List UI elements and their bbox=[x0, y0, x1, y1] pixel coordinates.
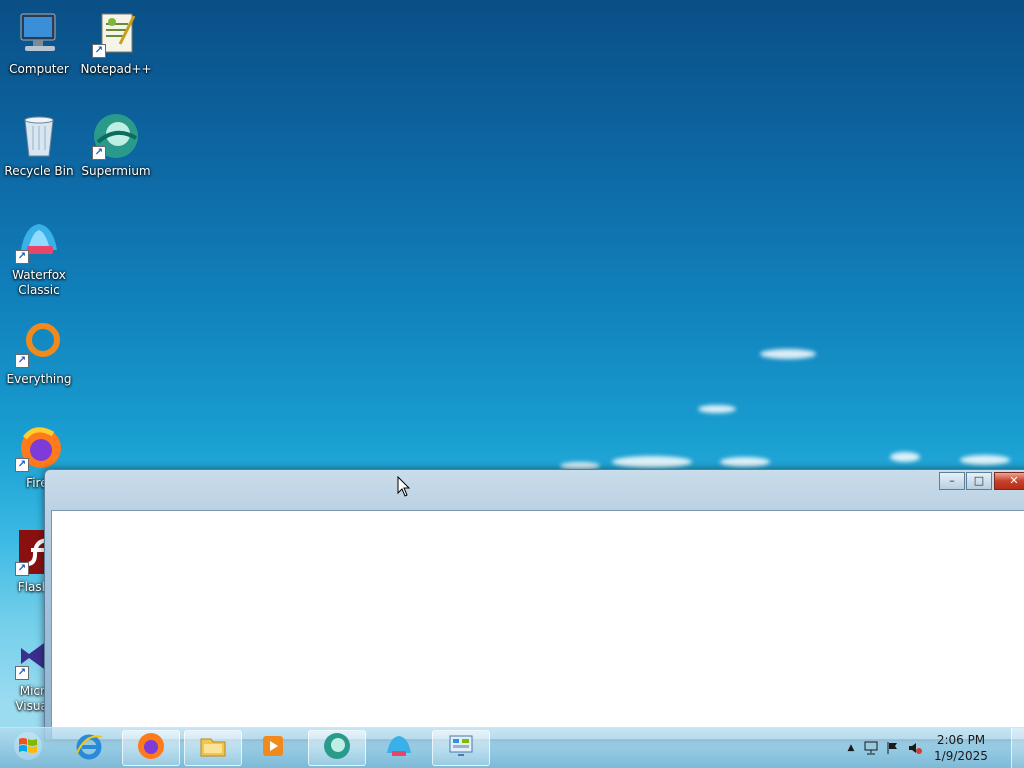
taskbar-internet-explorer[interactable] bbox=[60, 730, 118, 766]
cloud bbox=[698, 405, 736, 413]
show-hidden-icons-icon[interactable]: ▲ bbox=[842, 743, 860, 753]
taskbar-control-panel[interactable] bbox=[432, 730, 490, 766]
clock-date: 1/9/2025 bbox=[934, 749, 988, 763]
cloud bbox=[890, 452, 920, 462]
action-center-flag-icon[interactable] bbox=[882, 741, 904, 755]
taskbar-file-explorer[interactable] bbox=[184, 730, 242, 766]
window-title-bar[interactable] bbox=[45, 470, 1024, 508]
taskbar-clock[interactable]: 2:06 PM 1/9/2025 bbox=[926, 732, 996, 764]
start-button[interactable] bbox=[6, 730, 50, 766]
shortcut-arrow-icon: ↗ bbox=[92, 44, 106, 58]
close-button[interactable]: ✕ bbox=[994, 472, 1024, 490]
control-panel-icon bbox=[446, 731, 476, 765]
desktop-icon-label: Recycle Bin bbox=[4, 164, 74, 178]
cloud bbox=[612, 456, 692, 468]
taskbar-media-player[interactable] bbox=[244, 730, 302, 766]
desktop-icon-label: Everything bbox=[6, 372, 72, 386]
close-icon: ✕ bbox=[1009, 474, 1019, 487]
shortcut-arrow-icon: ↗ bbox=[15, 666, 29, 680]
volume-muted-icon[interactable] bbox=[904, 741, 926, 755]
taskbar-firefox[interactable] bbox=[122, 730, 180, 766]
clock-time: 2:06 PM bbox=[936, 733, 986, 747]
cloud bbox=[760, 349, 816, 359]
cloud bbox=[720, 457, 770, 467]
firefox-icon bbox=[136, 731, 166, 765]
show-desktop-button[interactable] bbox=[1011, 728, 1024, 768]
desktop-icon-label: Waterfox Classic bbox=[12, 268, 66, 297]
notepadpp-icon: ↗ bbox=[92, 10, 140, 58]
maximize-button[interactable]: □ bbox=[966, 472, 992, 490]
mouse-cursor bbox=[397, 475, 411, 502]
supermium-icon bbox=[322, 731, 352, 765]
folder-icon bbox=[198, 731, 228, 765]
shortcut-arrow-icon: ↗ bbox=[15, 354, 29, 368]
everything-icon: ↗ bbox=[15, 320, 63, 368]
recycle-bin-icon bbox=[15, 112, 63, 160]
waterfox-icon: ↗ bbox=[15, 216, 63, 264]
cloud bbox=[960, 455, 1010, 465]
shortcut-arrow-icon: ↗ bbox=[15, 458, 29, 472]
desktop-icon-label: Computer bbox=[9, 62, 69, 76]
desktop-icon-recycle-bin[interactable]: Recycle Bin bbox=[1, 112, 77, 179]
desktop-icon-waterfox[interactable]: ↗ Waterfox Classic bbox=[1, 216, 77, 298]
network-icon[interactable] bbox=[860, 741, 882, 755]
app-window[interactable]: – □ ✕ bbox=[44, 469, 1024, 741]
maximize-icon: □ bbox=[973, 474, 985, 487]
desktop-icon-label: Notepad++ bbox=[80, 62, 152, 76]
desktop-icon-supermium[interactable]: ↗ Supermium bbox=[78, 112, 154, 179]
supermium-icon: ↗ bbox=[92, 112, 140, 160]
waterfox-icon bbox=[384, 731, 414, 765]
minimize-button[interactable]: – bbox=[939, 472, 965, 490]
computer-icon bbox=[15, 10, 63, 58]
desktop-icon-notepadpp[interactable]: ↗ Notepad++ bbox=[78, 10, 154, 77]
media-player-icon bbox=[258, 731, 288, 765]
desktop-icon-label: Supermium bbox=[81, 164, 151, 178]
windows-start-icon bbox=[13, 731, 43, 765]
shortcut-arrow-icon: ↗ bbox=[92, 146, 106, 160]
firefox-icon: ↗ bbox=[15, 424, 63, 472]
system-tray: ▲ bbox=[842, 728, 926, 768]
shortcut-arrow-icon: ↗ bbox=[15, 250, 29, 264]
desktop-icon-everything[interactable]: ↗ Everything bbox=[1, 320, 77, 387]
taskbar-waterfox[interactable] bbox=[370, 730, 428, 766]
shortcut-arrow-icon: ↗ bbox=[15, 562, 29, 576]
window-client-area[interactable] bbox=[51, 510, 1024, 740]
desktop-icon-computer[interactable]: Computer bbox=[1, 10, 77, 77]
minimize-icon: – bbox=[949, 474, 955, 487]
taskbar-supermium[interactable] bbox=[308, 730, 366, 766]
ie-icon bbox=[74, 731, 104, 765]
taskbar: ▲ 2:06 PM 1/9/2025 bbox=[0, 727, 1024, 768]
